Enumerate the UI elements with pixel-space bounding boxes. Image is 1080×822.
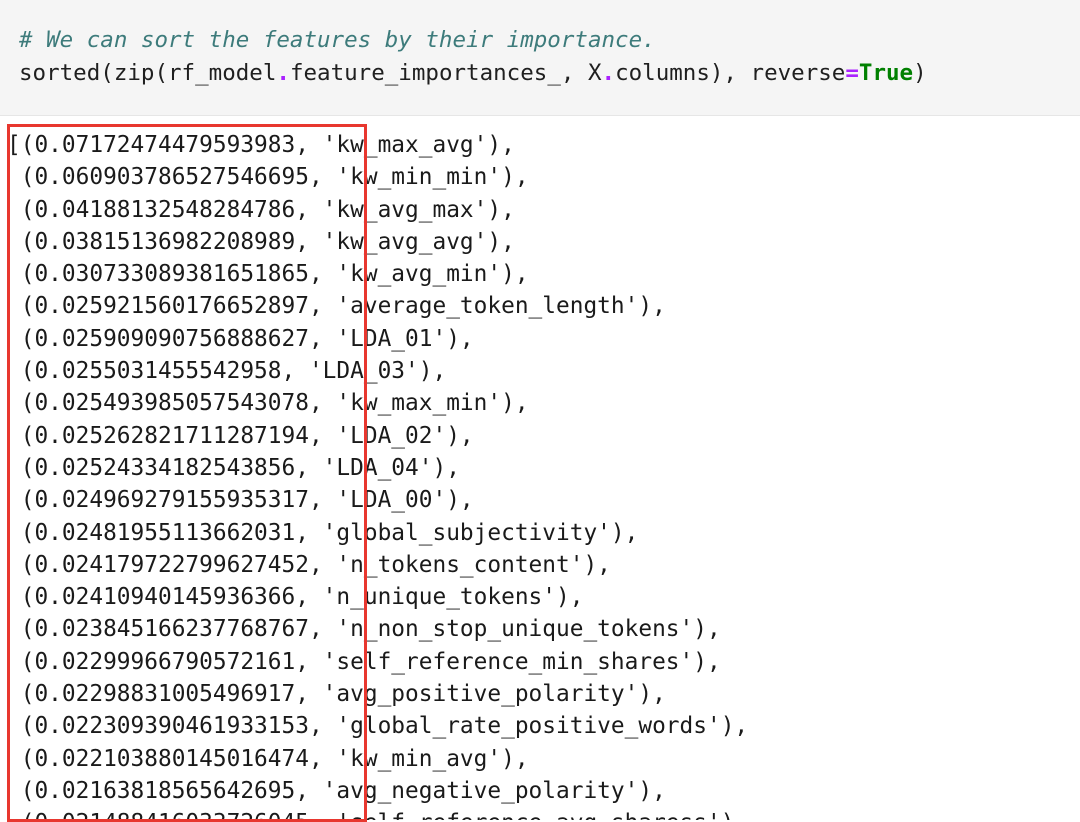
code-keyword-true: True xyxy=(858,60,914,86)
code-equals-operator: = xyxy=(845,60,859,86)
output-line: (0.030733089381651865, 'kw_avg_min'), xyxy=(7,261,529,288)
code-comma-x: , X xyxy=(560,60,602,86)
code-paren: ( xyxy=(154,60,169,86)
code-dot-operator: . xyxy=(276,60,290,86)
output-line: (0.02298831005496917, 'avg_positive_pola… xyxy=(7,681,666,708)
output-list: [(0.07172474479593983, 'kw_max_avg'), (0… xyxy=(7,129,748,820)
output-line: (0.025909090756888627, 'LDA_01'), xyxy=(7,325,474,352)
output-line: (0.02524334182543856, 'LDA_04'), xyxy=(7,454,460,481)
code-attr-feature-importances: feature_importances_ xyxy=(289,60,561,86)
output-line: (0.022309390461933153, 'global_rate_posi… xyxy=(7,713,749,740)
output-line: (0.023845166237768767, 'n_non_stop_uniqu… xyxy=(7,616,721,643)
code-input-cell[interactable]: # We can sort the features by their impo… xyxy=(0,0,1080,116)
output-line: (0.0255031455542958, 'LDA_03'), xyxy=(7,358,447,385)
code-dot-operator: . xyxy=(601,60,616,86)
output-line: (0.024179722799627452, 'n_tokens_content… xyxy=(7,551,611,578)
code-comment: # We can sort the features by their impo… xyxy=(19,27,656,53)
output-line: (0.025262821711287194, 'LDA_02'), xyxy=(7,422,474,449)
output-line: (0.04188132548284786, 'kw_avg_max'), xyxy=(7,196,515,223)
output-line: (0.02163818565642695, 'avg_negative_pola… xyxy=(7,777,666,804)
output-line: (0.03815136982208989, 'kw_avg_avg'), xyxy=(7,228,515,255)
output-line: (0.025493985057543078, 'kw_max_min'), xyxy=(7,390,529,417)
code-reverse-kwarg: ), reverse xyxy=(709,60,846,86)
code-editor[interactable]: # We can sort the features by their impo… xyxy=(19,24,927,90)
output-line: (0.02299966790572161, 'self_reference_mi… xyxy=(7,648,721,675)
code-line: sorted(zip(rf_model.feature_importances_… xyxy=(19,57,927,90)
code-paren: ( xyxy=(100,60,114,86)
output-cell: [(0.07172474479593983, 'kw_max_avg'), (0… xyxy=(0,116,1080,820)
output-line: (0.021488416033726045, 'self_reference_a… xyxy=(7,807,748,820)
output-line: (0.025921560176652897, 'average_token_le… xyxy=(7,293,666,320)
code-func-zip: zip xyxy=(113,60,155,86)
output-line: (0.024969279155935317, 'LDA_00'), xyxy=(7,487,474,514)
output-line: (0.02481955113662031, 'global_subjectivi… xyxy=(7,519,639,546)
output-line: (0.06090378652754669​5, 'kw_min_min'), xyxy=(7,164,529,191)
output-line: [(0.07172474479593983, 'kw_max_avg'), xyxy=(7,132,515,158)
output-line: (0.022103880145016474, 'kw_min_avg'), xyxy=(7,745,529,772)
code-func-sorted: sorted xyxy=(19,60,101,86)
code-attr-columns: columns xyxy=(615,60,710,86)
output-line: (0.0241094014593636​6, 'n_unique_tokens'… xyxy=(7,584,584,611)
code-comment-line: # We can sort the features by their impo… xyxy=(19,24,927,57)
code-object-rf-model: rf_model xyxy=(168,60,277,86)
code-paren: ) xyxy=(913,60,927,86)
